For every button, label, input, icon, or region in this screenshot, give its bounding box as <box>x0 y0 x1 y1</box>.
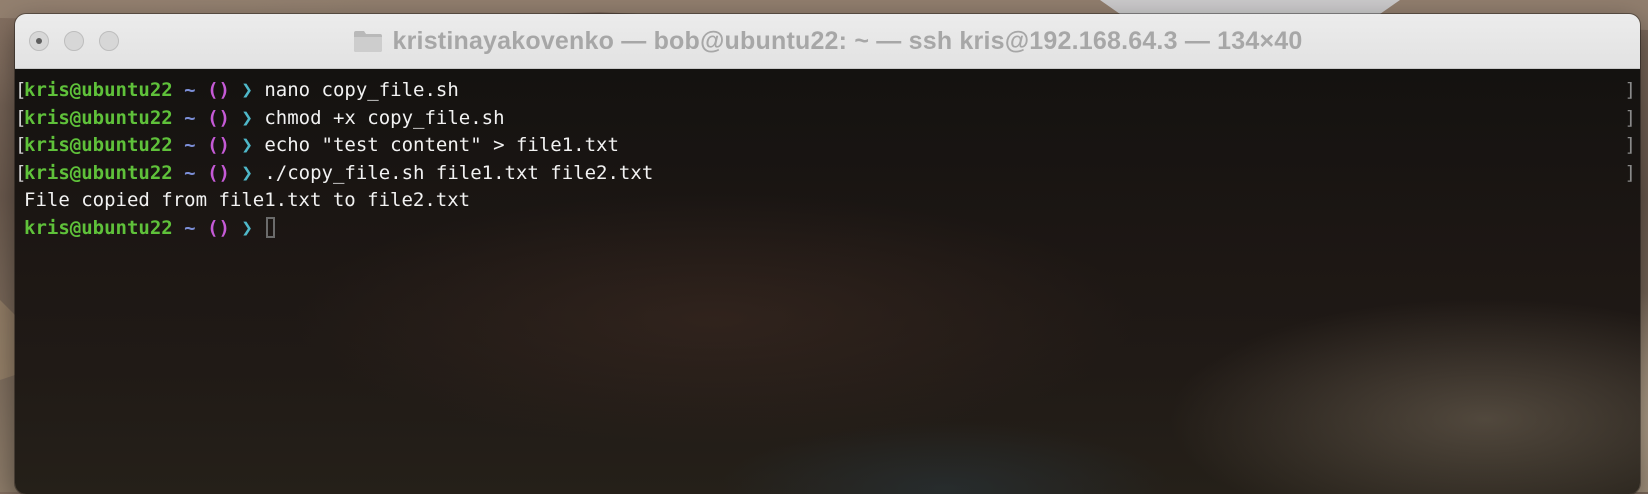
line-bracket-right: ] <box>1624 161 1636 184</box>
text-cursor[interactable] <box>266 216 276 238</box>
terminal-line: kris@ubuntu22 ~ () ❯ <box>15 215 1640 243</box>
command-text: echo "test content" > file1.txt <box>264 134 619 156</box>
prompt-vcs-symbol: () <box>207 79 230 101</box>
minimize-button[interactable] <box>64 31 84 51</box>
prompt-arrow-icon: ❯ <box>241 79 253 101</box>
prompt-vcs-symbol: () <box>207 106 230 129</box>
terminal-line: File copied from file1.txt to file2.txt <box>15 187 1640 215</box>
prompt-path: ~ <box>184 106 196 129</box>
terminal-output[interactable]: [] kris@ubuntu22 ~ () ❯ nano copy_file.sh… <box>15 69 1640 494</box>
prompt-user-host: kris@ubuntu22 <box>24 216 173 239</box>
prompt-user-host: kris@ubuntu22 <box>24 106 173 129</box>
prompt-vcs-symbol: () <box>207 216 230 239</box>
window-controls <box>29 31 119 51</box>
prompt-path: ~ <box>184 216 196 239</box>
window-title: kristinayakovenko — bob@ubuntu22: ~ — ss… <box>353 27 1303 56</box>
prompt-arrow-icon: ❯ <box>241 216 253 239</box>
prompt-path: ~ <box>184 161 196 184</box>
prompt-arrow-icon: ❯ <box>241 161 253 184</box>
prompt-vcs-symbol: () <box>207 161 230 184</box>
terminal-line: [] kris@ubuntu22 ~ () ❯ ./copy_file.sh fi… <box>15 160 1640 188</box>
command-output: File copied from file1.txt to file2.txt <box>24 189 471 211</box>
close-button[interactable] <box>29 31 49 51</box>
prompt-arrow-icon: ❯ <box>241 134 253 156</box>
prompt-path: ~ <box>184 79 196 101</box>
command-text: ./copy_file.sh file1.txt file2.txt <box>264 161 654 184</box>
line-bracket-right: ] <box>1624 79 1636 101</box>
terminal-line: [] kris@ubuntu22 ~ () ❯ echo "test conten… <box>15 132 1640 160</box>
terminal-window: kristinayakovenko — bob@ubuntu22: ~ — ss… <box>15 14 1640 494</box>
prompt-vcs-symbol: () <box>207 134 230 156</box>
prompt-user-host: kris@ubuntu22 <box>24 161 173 184</box>
prompt-user-host: kris@ubuntu22 <box>24 134 173 156</box>
terminal-line: [] kris@ubuntu22 ~ () ❯ nano copy_file.sh <box>15 77 1640 105</box>
title-bar[interactable]: kristinayakovenko — bob@ubuntu22: ~ — ss… <box>15 14 1640 69</box>
command-text: nano copy_file.sh <box>264 79 459 101</box>
prompt-path: ~ <box>184 134 196 156</box>
prompt-arrow-icon: ❯ <box>241 106 253 129</box>
line-bracket-right: ] <box>1624 106 1636 129</box>
line-bracket-right: ] <box>1624 134 1636 156</box>
window-title-text: kristinayakovenko — bob@ubuntu22: ~ — ss… <box>392 26 1303 55</box>
folder-icon <box>353 31 382 52</box>
terminal-line: [] kris@ubuntu22 ~ () ❯ chmod +x copy_fil… <box>15 105 1640 133</box>
zoom-button[interactable] <box>99 31 119 51</box>
prompt-user-host: kris@ubuntu22 <box>24 79 173 101</box>
command-text: chmod +x copy_file.sh <box>264 106 505 129</box>
